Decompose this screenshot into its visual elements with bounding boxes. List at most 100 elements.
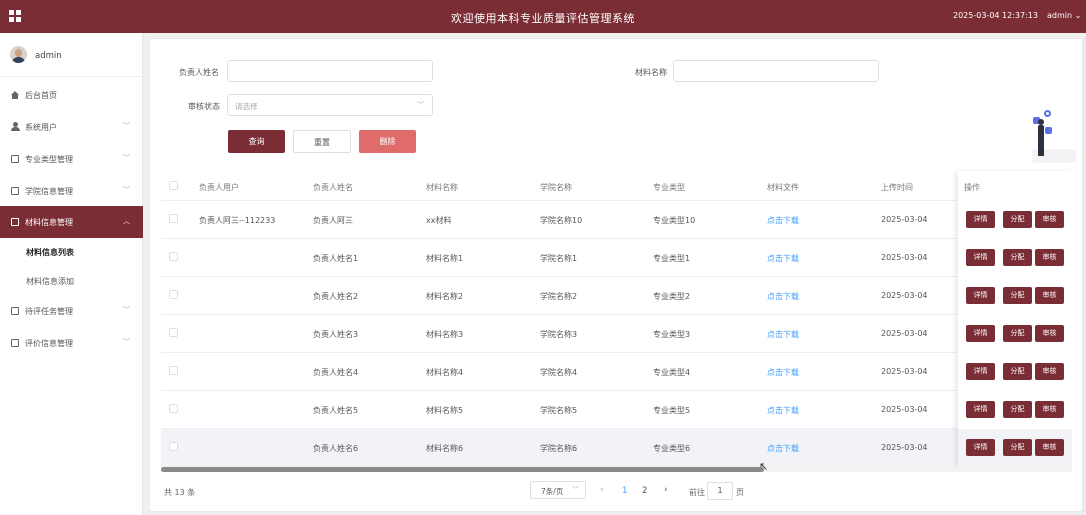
- select-all-checkbox[interactable]: [169, 181, 178, 190]
- table-cell: 学院名称3: [540, 330, 578, 339]
- chevron-up-icon: ︿: [123, 217, 130, 225]
- detail-button[interactable]: 详情: [966, 363, 995, 380]
- review-button[interactable]: 审核: [1035, 211, 1064, 228]
- detail-button[interactable]: 详情: [966, 439, 995, 456]
- assign-button[interactable]: 分配: [1003, 439, 1032, 456]
- sidebar-item-home[interactable]: 后台首页: [0, 79, 143, 111]
- detail-button[interactable]: 详情: [966, 325, 995, 342]
- sidebar-item-major-types[interactable]: 专业类型管理 ﹀: [0, 143, 143, 175]
- table-cell: 负责人姓名6: [313, 444, 359, 453]
- download-link[interactable]: 点击下载: [767, 329, 799, 340]
- assign-button[interactable]: 分配: [1003, 211, 1032, 228]
- chevron-down-icon: ﹀: [123, 186, 130, 194]
- review-button[interactable]: 审核: [1035, 439, 1064, 456]
- table-cell: 负责人姓名4: [313, 368, 359, 377]
- sidebar-user: admin: [0, 33, 142, 77]
- edit-icon: [11, 187, 19, 195]
- table-cell: 2025-03-04: [881, 329, 928, 338]
- table-row: 负责人姓名2 材料名称2 学院名称2 专业类型2 点击下载 2025-03-04: [161, 277, 1072, 315]
- sidebar-item-users[interactable]: 系统用户 ﹀: [0, 111, 143, 143]
- table-row: 负责人姓名3 材料名称3 学院名称3 专业类型3 点击下载 2025-03-04: [161, 315, 1072, 353]
- header-datetime: 2025-03-04 12:37:13: [953, 11, 1038, 20]
- row-actions: 详情 分配 审核: [958, 353, 1072, 391]
- detail-button[interactable]: 详情: [966, 287, 995, 304]
- assign-button[interactable]: 分配: [1003, 401, 1032, 418]
- detail-button[interactable]: 详情: [966, 249, 995, 266]
- horizontal-scrollbar[interactable]: [161, 467, 1072, 472]
- assign-button[interactable]: 分配: [1003, 325, 1032, 342]
- page-size-select[interactable]: 7条/页 ﹀: [530, 481, 586, 499]
- table-cell: 2025-03-04: [881, 291, 928, 300]
- mouse-cursor-icon: ↖: [759, 460, 769, 473]
- row-checkbox[interactable]: [169, 442, 178, 451]
- page-number[interactable]: 1: [622, 486, 627, 496]
- row-checkbox[interactable]: [169, 214, 178, 223]
- owner-name-label: 负责人姓名: [179, 68, 219, 77]
- column-header: 专业类型: [653, 183, 685, 192]
- table-cell: 负责人阿三: [313, 216, 353, 225]
- assign-button[interactable]: 分配: [1003, 287, 1032, 304]
- row-actions: 详情 分配 审核: [958, 201, 1072, 239]
- sidebar-item-pending-tasks[interactable]: 待评任务管理 ﹀: [0, 295, 143, 327]
- table-cell: 学院名称6: [540, 444, 578, 453]
- sidebar: admin 后台首页 系统用户 ﹀ 专业类型管理 ﹀ 学院信息管理 ﹀ 材料信息…: [0, 33, 143, 515]
- download-link[interactable]: 点击下载: [767, 253, 799, 264]
- reset-button[interactable]: 重置: [293, 130, 351, 153]
- row-checkbox[interactable]: [169, 252, 178, 261]
- sidebar-item-materials[interactable]: 材料信息管理 ︿: [0, 206, 143, 238]
- review-button[interactable]: 审核: [1035, 363, 1064, 380]
- operations-column: 操作 详情 分配 审核 详情 分配 审核 详情 分配 审核 详情 分配 审核 详情 分配 审核 详情 分配 审核详…: [958, 171, 1072, 467]
- row-checkbox[interactable]: [169, 404, 178, 413]
- sidebar-subitem-material-list[interactable]: 材料信息列表: [0, 237, 143, 267]
- download-link[interactable]: 点击下载: [767, 405, 799, 416]
- detail-button[interactable]: 详情: [966, 401, 995, 418]
- row-checkbox[interactable]: [169, 366, 178, 375]
- detail-button[interactable]: 详情: [966, 211, 995, 228]
- row-checkbox[interactable]: [169, 328, 178, 337]
- table-cell: 材料名称5: [426, 406, 464, 415]
- review-button[interactable]: 审核: [1035, 249, 1064, 266]
- goto-page-input[interactable]: 1: [707, 482, 733, 500]
- delete-button[interactable]: 删除: [359, 130, 416, 153]
- row-actions: 详情 分配 审核: [958, 315, 1072, 353]
- sidebar-subitem-material-add[interactable]: 材料信息添加: [0, 266, 143, 296]
- edit-icon: [11, 339, 19, 347]
- query-button[interactable]: 查询: [228, 130, 285, 153]
- page-number[interactable]: 2: [642, 486, 647, 496]
- prev-page-icon[interactable]: ‹: [600, 485, 604, 495]
- app-title: 欢迎使用本科专业质量评估管理系统: [451, 12, 635, 25]
- column-header: 操作: [964, 183, 980, 192]
- review-button[interactable]: 审核: [1035, 287, 1064, 304]
- column-header: 学院名称: [540, 183, 572, 192]
- assign-button[interactable]: 分配: [1003, 249, 1032, 266]
- review-button[interactable]: 审核: [1035, 325, 1064, 342]
- sidebar-item-evaluations[interactable]: 评价信息管理 ﹀: [0, 327, 143, 359]
- table-cell: xx材料: [426, 216, 452, 225]
- assign-button[interactable]: 分配: [1003, 363, 1032, 380]
- next-page-icon[interactable]: ›: [664, 485, 668, 495]
- goto-label: 前往: [689, 488, 705, 497]
- edit-icon: [11, 307, 19, 315]
- review-button[interactable]: 审核: [1035, 401, 1064, 418]
- table-cell: 材料名称4: [426, 368, 464, 377]
- download-link[interactable]: 点击下载: [767, 367, 799, 378]
- row-checkbox[interactable]: [169, 290, 178, 299]
- search-illustration: [1030, 107, 1080, 169]
- review-status-select[interactable]: 请选择 ﹀: [227, 94, 433, 116]
- owner-name-input[interactable]: [227, 60, 433, 82]
- user-icon: [11, 122, 20, 131]
- table-row: 负责人姓名1 材料名称1 学院名称1 专业类型1 点击下载 2025-03-04: [161, 239, 1072, 277]
- chevron-down-icon: ﹀: [123, 306, 130, 314]
- table-cell: 专业类型1: [653, 254, 691, 263]
- download-link[interactable]: 点击下载: [767, 215, 799, 226]
- table-cell: 材料名称6: [426, 444, 464, 453]
- table-cell: 学院名称10: [540, 216, 583, 225]
- edit-icon: [11, 218, 19, 226]
- download-link[interactable]: 点击下载: [767, 291, 799, 302]
- sidebar-item-colleges[interactable]: 学院信息管理 ﹀: [0, 175, 143, 207]
- download-link[interactable]: 点击下载: [767, 443, 799, 454]
- user-menu[interactable]: admin ⌄: [1047, 11, 1081, 20]
- table-cell: 专业类型6: [653, 444, 691, 453]
- material-name-input[interactable]: [673, 60, 879, 82]
- table-cell: 专业类型2: [653, 292, 691, 301]
